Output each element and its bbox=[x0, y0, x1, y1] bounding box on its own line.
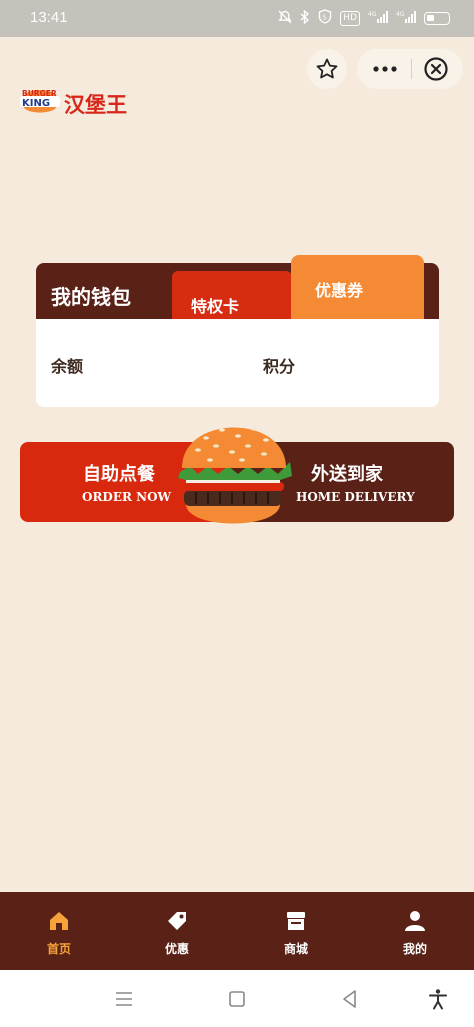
home-icon bbox=[50, 912, 68, 930]
favorite-button[interactable] bbox=[307, 49, 347, 89]
svg-text:BURGER: BURGER bbox=[22, 89, 57, 98]
tab-offers[interactable]: 优惠 bbox=[118, 892, 236, 970]
tab-home[interactable]: 首页 bbox=[0, 892, 118, 970]
tab-label: 我的 bbox=[402, 942, 427, 956]
home-delivery-cn: 外送到家 bbox=[311, 464, 383, 485]
close-icon bbox=[424, 57, 448, 81]
tab-label: 特权卡 bbox=[191, 297, 240, 316]
tag-icon bbox=[168, 912, 186, 930]
menu-icon[interactable] bbox=[113, 988, 135, 1010]
home-delivery-en: HOME DELIVERY bbox=[296, 490, 415, 504]
wallet-card: 我的钱包 特权卡 优惠券 余额 积分 bbox=[36, 255, 439, 407]
capsule-divider bbox=[411, 59, 412, 79]
status-bar: 13:41 S HD 4G 4G bbox=[0, 0, 474, 37]
shield-icon: S bbox=[318, 9, 332, 27]
status-icons: S HD 4G 4G bbox=[278, 8, 450, 27]
wallet-header: 我的钱包 特权卡 优惠券 bbox=[36, 255, 439, 319]
tab-privilege-card[interactable]: 特权卡 bbox=[172, 271, 292, 319]
home-nav-icon[interactable] bbox=[226, 988, 248, 1010]
tab-label: 优惠券 bbox=[315, 281, 364, 300]
svg-text:S: S bbox=[323, 14, 328, 22]
wallet-title: 我的钱包 bbox=[51, 285, 131, 309]
user-icon bbox=[405, 911, 425, 931]
bluetooth-icon bbox=[300, 8, 310, 27]
svg-text:4G: 4G bbox=[396, 11, 405, 18]
more-icon bbox=[373, 66, 397, 72]
store-icon bbox=[287, 912, 305, 930]
tab-label: 优惠 bbox=[164, 942, 189, 956]
order-now-cn: 自助点餐 bbox=[83, 464, 155, 485]
tab-coupons[interactable]: 优惠券 bbox=[291, 255, 424, 319]
brand-name: 汉堡王 bbox=[64, 93, 127, 117]
signal-icon: 4G bbox=[396, 10, 416, 27]
tab-label: 商城 bbox=[283, 942, 308, 956]
tab-store[interactable]: 商城 bbox=[237, 892, 355, 970]
burger-illustration bbox=[176, 418, 300, 536]
tab-mine[interactable]: 我的 bbox=[356, 892, 474, 970]
bottom-tabbar: 首页 优惠 商城 我的 bbox=[0, 892, 474, 970]
back-icon[interactable] bbox=[339, 988, 361, 1010]
signal-icon: 4G bbox=[368, 10, 388, 27]
svg-text:4G: 4G bbox=[368, 11, 377, 18]
mini-program-capsule bbox=[357, 49, 463, 89]
battery-icon bbox=[424, 11, 450, 25]
close-button[interactable] bbox=[423, 56, 449, 82]
tab-label: 首页 bbox=[46, 942, 71, 956]
burger-king-logo: BURGER KING bbox=[19, 81, 61, 121]
balance-label[interactable]: 余额 bbox=[51, 353, 83, 377]
svg-text:KING: KING bbox=[22, 98, 50, 109]
status-time: 13:41 bbox=[30, 9, 68, 26]
points-label[interactable]: 积分 bbox=[263, 353, 295, 377]
order-now-en: ORDER NOW bbox=[82, 490, 172, 504]
more-button[interactable] bbox=[371, 57, 399, 86]
wallet-body: 余额 积分 bbox=[36, 319, 439, 407]
system-nav-bar bbox=[0, 970, 474, 1027]
hd-badge: HD bbox=[340, 10, 360, 26]
mute-icon bbox=[278, 10, 292, 27]
star-icon bbox=[316, 58, 338, 79]
accessibility-icon[interactable] bbox=[427, 988, 449, 1010]
